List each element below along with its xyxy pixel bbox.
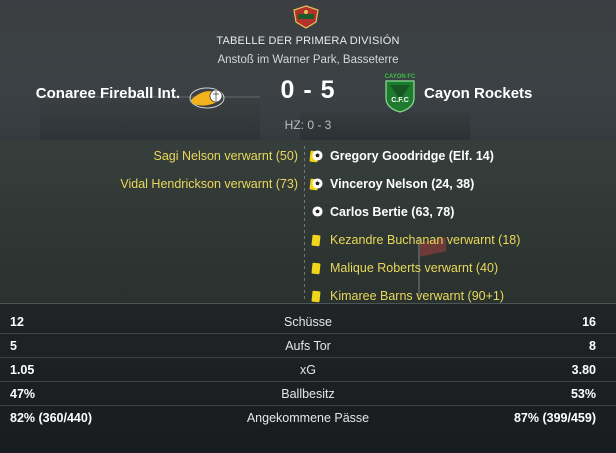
away-event: Vinceroy Nelson (24, 38) — [312, 177, 474, 191]
event-text: Gregory Goodridge (Elf. 14) — [330, 149, 494, 163]
away-event: Kezandre Buchanan verwarnt (18) — [311, 233, 521, 247]
away-event: Kimaree Barns verwarnt (90+1) — [311, 289, 505, 303]
event-text: Vinceroy Nelson (24, 38) — [330, 177, 475, 191]
stats-panel: 12 Schüsse 16 5 Aufs Tor 8 1.05 xG 3.80 … — [0, 303, 616, 453]
home-event: Sagi Nelson verwarnt (50) — [153, 149, 319, 163]
event-text: Sagi Nelson verwarnt (50) — [153, 149, 298, 163]
stat-away-value: 16 — [582, 315, 596, 329]
stat-label: Schüsse — [284, 315, 332, 329]
event-text: Carlos Bertie (63, 78) — [330, 205, 455, 219]
away-event: Malique Roberts verwarnt (40) — [311, 261, 499, 275]
cayon-crest-icon[interactable]: CAYON FC C.F.C — [380, 70, 420, 114]
football-icon — [312, 178, 323, 189]
stat-label: xG — [300, 363, 316, 377]
competition-logo-icon — [293, 5, 319, 29]
event-text: Kimaree Barns verwarnt (90+1) — [330, 289, 505, 303]
stat-away-value: 53% — [570, 387, 596, 401]
away-team-name[interactable]: Cayon Rockets — [424, 85, 532, 102]
events-divider — [304, 146, 305, 300]
yellow-card-icon — [311, 262, 321, 275]
stat-row-separator — [0, 381, 616, 382]
event-text: Kezandre Buchanan verwarnt (18) — [330, 233, 521, 247]
event-text: Malique Roberts verwarnt (40) — [330, 261, 499, 275]
stat-away-value: 8 — [589, 339, 596, 353]
svg-text:CAYON FC: CAYON FC — [385, 74, 416, 80]
event-text: Vidal Hendrickson verwarnt (73) — [120, 177, 298, 191]
stat-row-separator — [0, 405, 616, 406]
yellow-card-icon — [311, 290, 321, 303]
competition-title: TABELLE DER PRIMERA DIVISIÓN — [216, 35, 400, 47]
football-icon — [312, 206, 323, 217]
home-event: Vidal Hendrickson verwarnt (73) — [120, 177, 319, 191]
stat-row: 82% (360/440) Angekommene Pässe 87% (399… — [0, 407, 616, 430]
stat-label: Ballbesitz — [281, 387, 335, 401]
yellow-card-icon — [311, 234, 321, 247]
stat-row: 5 Aufs Tor 8 — [0, 335, 616, 358]
stat-row: 1.05 xG 3.80 — [0, 359, 616, 382]
stat-label: Aufs Tor — [285, 339, 331, 353]
svg-text:C.F.C: C.F.C — [391, 97, 409, 104]
half-time-score: HZ: 0 - 3 — [284, 118, 332, 132]
away-event: Gregory Goodridge (Elf. 14) — [312, 149, 494, 163]
venue-info: Anstoß im Warner Park, Basseterre — [217, 54, 399, 66]
stat-row-separator — [0, 357, 616, 358]
stat-row-separator — [0, 333, 616, 334]
stat-away-value: 3.80 — [571, 363, 596, 377]
stat-row: 47% Ballbesitz 53% — [0, 383, 616, 406]
football-icon — [312, 150, 323, 161]
away-event: Carlos Bertie (63, 78) — [312, 205, 454, 219]
stat-away-value: 87% (399/459) — [513, 411, 596, 425]
stat-row: 12 Schüsse 16 — [0, 311, 616, 334]
